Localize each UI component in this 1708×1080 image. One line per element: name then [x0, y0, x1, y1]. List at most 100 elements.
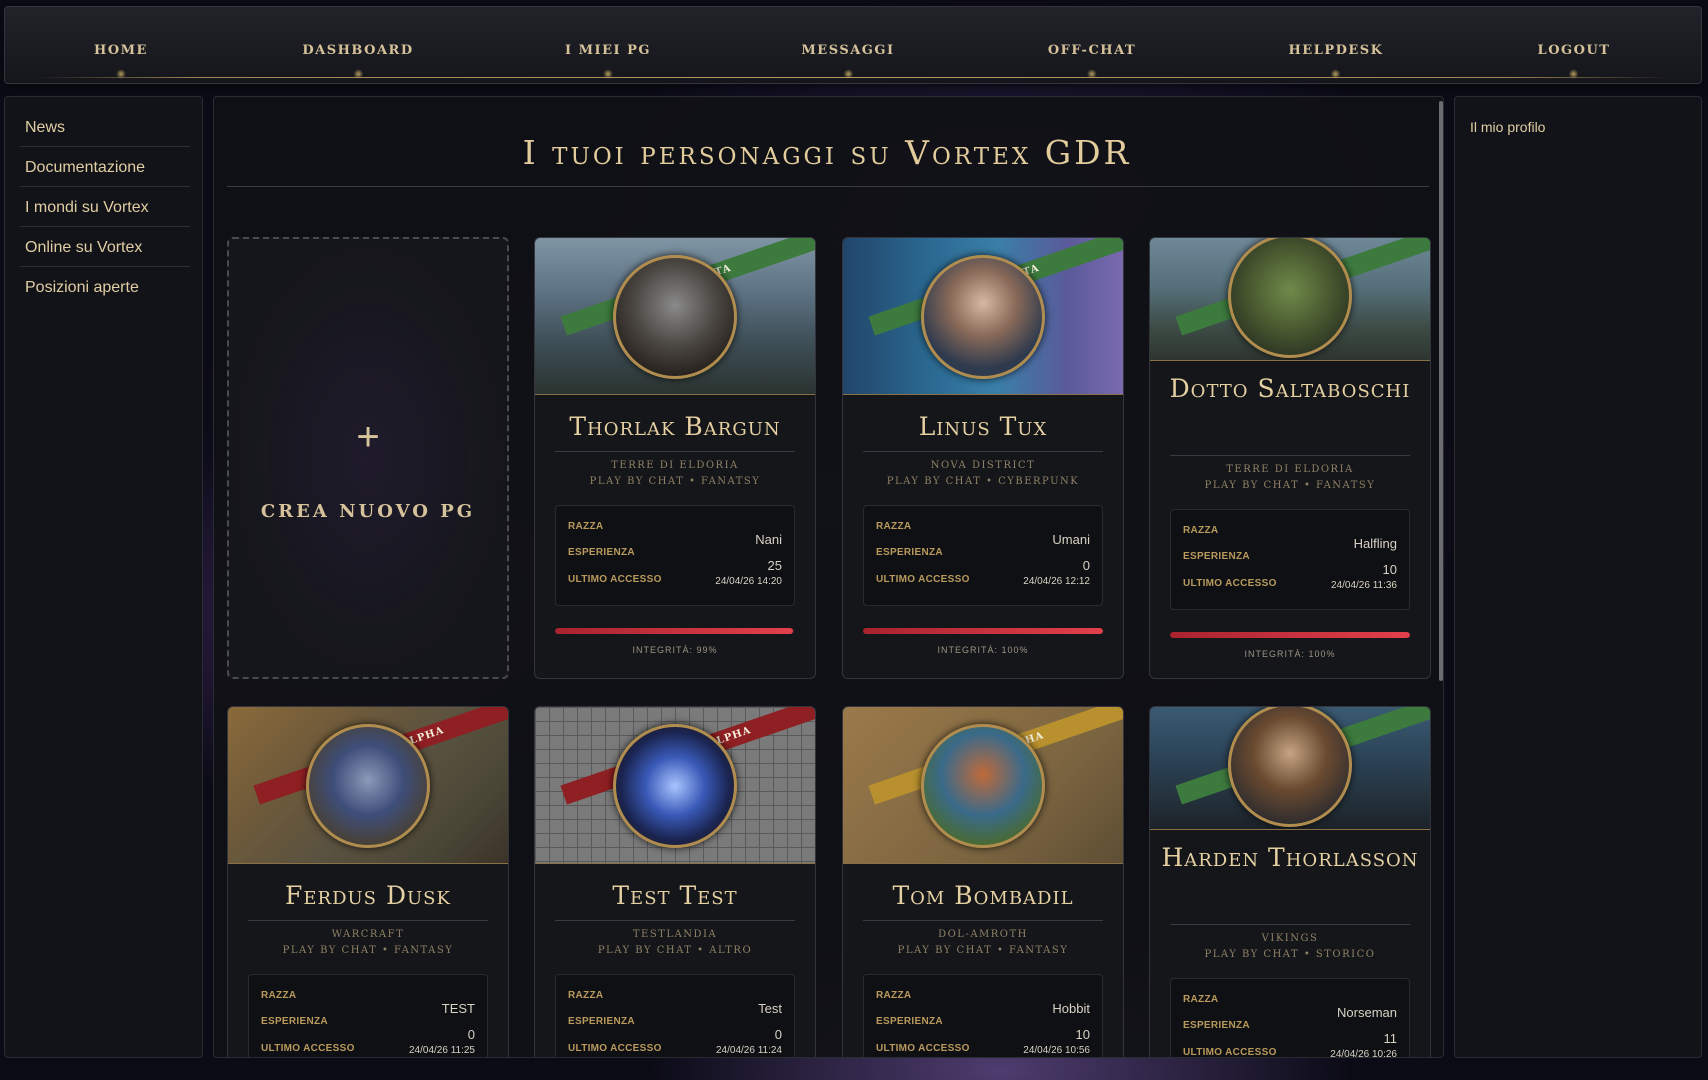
character-world: DOL-AMROTH	[938, 929, 1028, 940]
character-name: Dotto Saltaboschi	[1169, 374, 1411, 403]
race-label: RAZZA	[261, 990, 297, 1001]
last-access-label: ULTIMO ACCESSO	[1183, 578, 1277, 589]
name-divider	[1170, 924, 1410, 925]
last-access-value: 24/04/26 10:56	[1023, 1045, 1090, 1056]
card-banner: BETA	[1150, 707, 1430, 830]
character-name: Tom Bombadil	[892, 881, 1074, 910]
last-access-label: ULTIMO ACCESSO	[568, 1043, 662, 1054]
plus-icon: +	[356, 415, 380, 459]
card-banner: BETA	[843, 238, 1123, 395]
race-label: RAZZA	[1183, 525, 1219, 536]
last-access-label: ULTIMO ACCESSO	[876, 574, 970, 585]
last-access-value: 24/04/26 12:12	[1023, 576, 1090, 587]
character-genre: PLAY BY CHAT • CYBERPUNK	[886, 476, 1080, 487]
last-access-value: 24/04/26 11:24	[716, 1045, 782, 1056]
character-world: TESTLANDIA	[632, 929, 718, 940]
avatar	[613, 724, 737, 848]
stats-panel: RAZZA Hobbit ESPERIENZA 10 ULTIMO ACCESSO 2…	[863, 974, 1103, 1057]
main-panel: I tuoi personaggi su Vortex GDR + CREA N…	[213, 96, 1444, 1058]
top-navigation: HOME DASHBOARD I MIEI PG MESSAGGI OFF-CH…	[4, 6, 1702, 84]
exp-label: ESPERIENZA	[1183, 551, 1250, 562]
card-banner: PRE-ALPHA	[535, 707, 815, 864]
stats-panel: RAZZA Test ESPERIENZA 0 ULTIMO ACCESSO 24/0…	[555, 974, 795, 1057]
nav-logout[interactable]: LOGOUT	[1538, 43, 1611, 58]
character-genre: PLAY BY CHAT • FANTASY	[282, 945, 454, 956]
sidebar-item-news[interactable]: News	[20, 97, 190, 147]
create-character-label: CREA NUOVO PG	[260, 501, 476, 522]
character-card-linus[interactable]: BETA Linus Tux NOVA DISTRICT PLAY BY CHA…	[842, 237, 1124, 679]
name-divider	[863, 920, 1103, 921]
character-genre: PLAY BY CHAT • FANTASY	[897, 945, 1069, 956]
avatar	[613, 255, 737, 379]
character-card-test[interactable]: PRE-ALPHA Test Test TESTLANDIA PLAY BY C…	[534, 706, 816, 1057]
name-divider	[248, 920, 488, 921]
nav-messages[interactable]: MESSAGGI	[801, 43, 894, 58]
character-genre: PLAY BY CHAT • FANATSY	[1204, 480, 1376, 491]
sidebar-item-documentazione[interactable]: Documentazione	[20, 147, 190, 187]
avatar	[921, 255, 1045, 379]
avatar	[921, 724, 1045, 848]
stats-panel: RAZZA Halfling ESPERIENZA 10 ULTIMO ACCESS…	[1170, 509, 1410, 610]
scrollbar[interactable]	[1439, 101, 1443, 681]
card-banner: BETA	[535, 238, 815, 395]
page-title: I tuoi personaggi su Vortex GDR	[522, 133, 1132, 172]
last-access-value: 24/04/26 14:20	[715, 576, 782, 587]
card-banner: PRE-ALPHA	[228, 707, 508, 864]
race-label: RAZZA	[1183, 994, 1219, 1005]
left-sidebar: News Documentazione I mondi su Vortex On…	[4, 96, 203, 1058]
nav-home[interactable]: HOME	[94, 43, 148, 58]
sidebar-item-online[interactable]: Online su Vortex	[20, 227, 190, 267]
nav-dashboard[interactable]: DASHBOARD	[302, 43, 413, 58]
race-label: RAZZA	[876, 521, 912, 532]
character-name: Test Test	[612, 881, 738, 910]
last-access-label: ULTIMO ACCESSO	[876, 1043, 970, 1054]
exp-label: ESPERIENZA	[568, 1016, 635, 1027]
last-access-value: 24/04/26 10:26	[1330, 1049, 1397, 1058]
last-access-value: 24/04/26 11:25	[409, 1045, 475, 1056]
character-card-dotto[interactable]: BETA Dotto Saltaboschi TERRE DI ELDORIA …	[1149, 237, 1431, 679]
nav-my-characters[interactable]: I MIEI PG	[565, 43, 651, 58]
stats-panel: RAZZA Umani ESPERIENZA 0 ULTIMO ACCESSO 24/…	[863, 505, 1103, 606]
stats-panel: RAZZA Norseman ESPERIENZA 11 ULTIMO ACCESS…	[1170, 978, 1410, 1058]
name-divider	[863, 451, 1103, 452]
create-character-button[interactable]: + CREA NUOVO PG	[227, 237, 509, 679]
character-card-thorlak[interactable]: BETA Thorlak Bargun TERRE DI ELDORIA PLA…	[534, 237, 816, 679]
character-card-ferdus[interactable]: PRE-ALPHA Ferdus Dusk WARCRAFT PLAY BY C…	[227, 706, 509, 1057]
character-card-tom[interactable]: ALPHA Tom Bombadil DOL-AMROTH PLAY BY CH…	[842, 706, 1124, 1057]
character-genre: PLAY BY CHAT • ALTRO	[597, 945, 753, 956]
integrity-bar-fill	[863, 628, 1103, 634]
avatar	[1228, 238, 1352, 358]
stats-panel: RAZZA Nani ESPERIENZA 25 ULTIMO ACCESSO 24/…	[555, 505, 795, 606]
integrity-text: INTEGRITÀ: 99%	[632, 645, 718, 655]
character-genre: PLAY BY CHAT • FANATSY	[589, 476, 761, 487]
stats-panel: RAZZA TEST ESPERIENZA 0 ULTIMO ACCESSO 24/0…	[248, 974, 488, 1057]
character-name: Thorlak Bargun	[569, 412, 781, 441]
name-divider	[1170, 455, 1410, 456]
integrity-bar	[1170, 632, 1410, 638]
nav-helpdesk[interactable]: HELPDESK	[1289, 43, 1384, 58]
character-world: TERRE DI ELDORIA	[1226, 464, 1354, 475]
last-access-label: ULTIMO ACCESSO	[1183, 1047, 1277, 1058]
nav-off-chat[interactable]: OFF-CHAT	[1048, 43, 1136, 58]
character-name: Ferdus Dusk	[285, 881, 451, 910]
race-label: RAZZA	[568, 521, 604, 532]
exp-label: ESPERIENZA	[568, 547, 635, 558]
my-profile-link[interactable]: Il mio profilo	[1470, 119, 1545, 135]
integrity-text: INTEGRITÀ: 100%	[1244, 649, 1336, 659]
sidebar-item-posizioni[interactable]: Posizioni aperte	[20, 267, 190, 306]
exp-label: ESPERIENZA	[261, 1016, 328, 1027]
character-world: TERRE DI ELDORIA	[611, 460, 739, 471]
last-access-label: ULTIMO ACCESSO	[261, 1043, 355, 1054]
integrity-bar	[863, 628, 1103, 634]
avatar	[1228, 707, 1352, 827]
card-banner: ALPHA	[843, 707, 1123, 864]
integrity-bar-fill	[1170, 632, 1410, 638]
race-label: RAZZA	[876, 990, 912, 1001]
integrity-bar	[555, 628, 795, 634]
character-world: WARCRAFT	[331, 929, 405, 940]
title-divider	[227, 186, 1429, 187]
character-card-harden[interactable]: BETA Harden Thorlasson VIKINGS PLAY BY C…	[1149, 706, 1431, 1058]
exp-label: ESPERIENZA	[876, 547, 943, 558]
last-access-value: 24/04/26 11:36	[1331, 580, 1397, 591]
sidebar-item-mondi[interactable]: I mondi su Vortex	[20, 187, 190, 227]
